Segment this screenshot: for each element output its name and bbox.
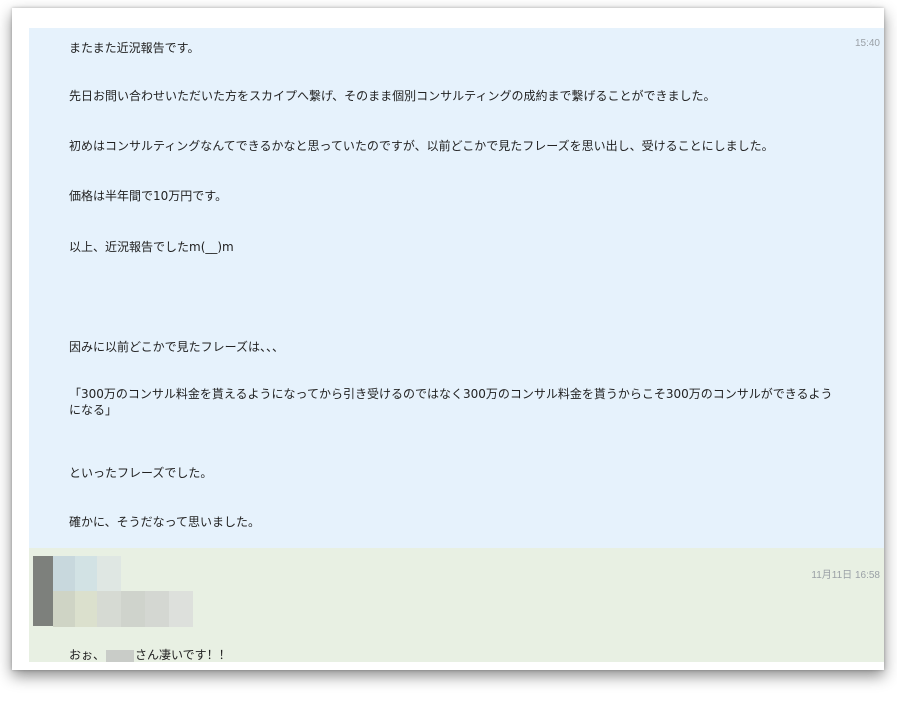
message-line: 価格は半年間で10万円です。 [69, 189, 228, 203]
chat-message: 15:40 またまた近況報告です。 先日お問い合わせいただいた方をスカイプへ繋げ… [29, 28, 884, 548]
message-text-prefix: おぉ、 [69, 648, 106, 662]
chat-screenshot: 15:40 またまた近況報告です。 先日お問い合わせいただいた方をスカイプへ繋げ… [29, 28, 884, 662]
message-line: 確かに、そうだなって思いました。 [69, 515, 261, 529]
message-timestamp: 15:40 [854, 38, 880, 49]
blurred-name [106, 649, 135, 662]
message-line: 先日お問い合わせいただいた方をスカイプへ繋げ、そのまま個別コンサルティングの成約… [69, 89, 716, 103]
message-line: 以上、近況報告でしたm(__)m [69, 240, 234, 254]
message-line: またまた近況報告です。 [69, 41, 200, 55]
screenshot-frame: 15:40 またまた近況報告です。 先日お問い合わせいただいた方をスカイプへ繋げ… [12, 8, 884, 670]
blurred-avatar [33, 556, 243, 646]
message-text-suffix: さん凄いです！！ [135, 648, 231, 662]
message-line: といったフレーズでした。 [69, 466, 213, 480]
message-line: 初めはコンサルティングなんてできるかなと思っていたのですが、以前どこかで見たフレ… [69, 139, 774, 153]
message-line: おぉ、 さん凄いです！！ [69, 647, 231, 662]
message-line: 「300万のコンサル料金を貰えるようになってから引き受けるのではなく300万のコ… [69, 387, 833, 417]
chat-message: 11月11日 16:58 おぉ、 さん凄いです！！ [29, 548, 884, 662]
message-line: 因みに以前どこかで見たフレーズは、、、 [69, 340, 285, 354]
message-timestamp: 11月11日 16:58 [811, 570, 880, 581]
